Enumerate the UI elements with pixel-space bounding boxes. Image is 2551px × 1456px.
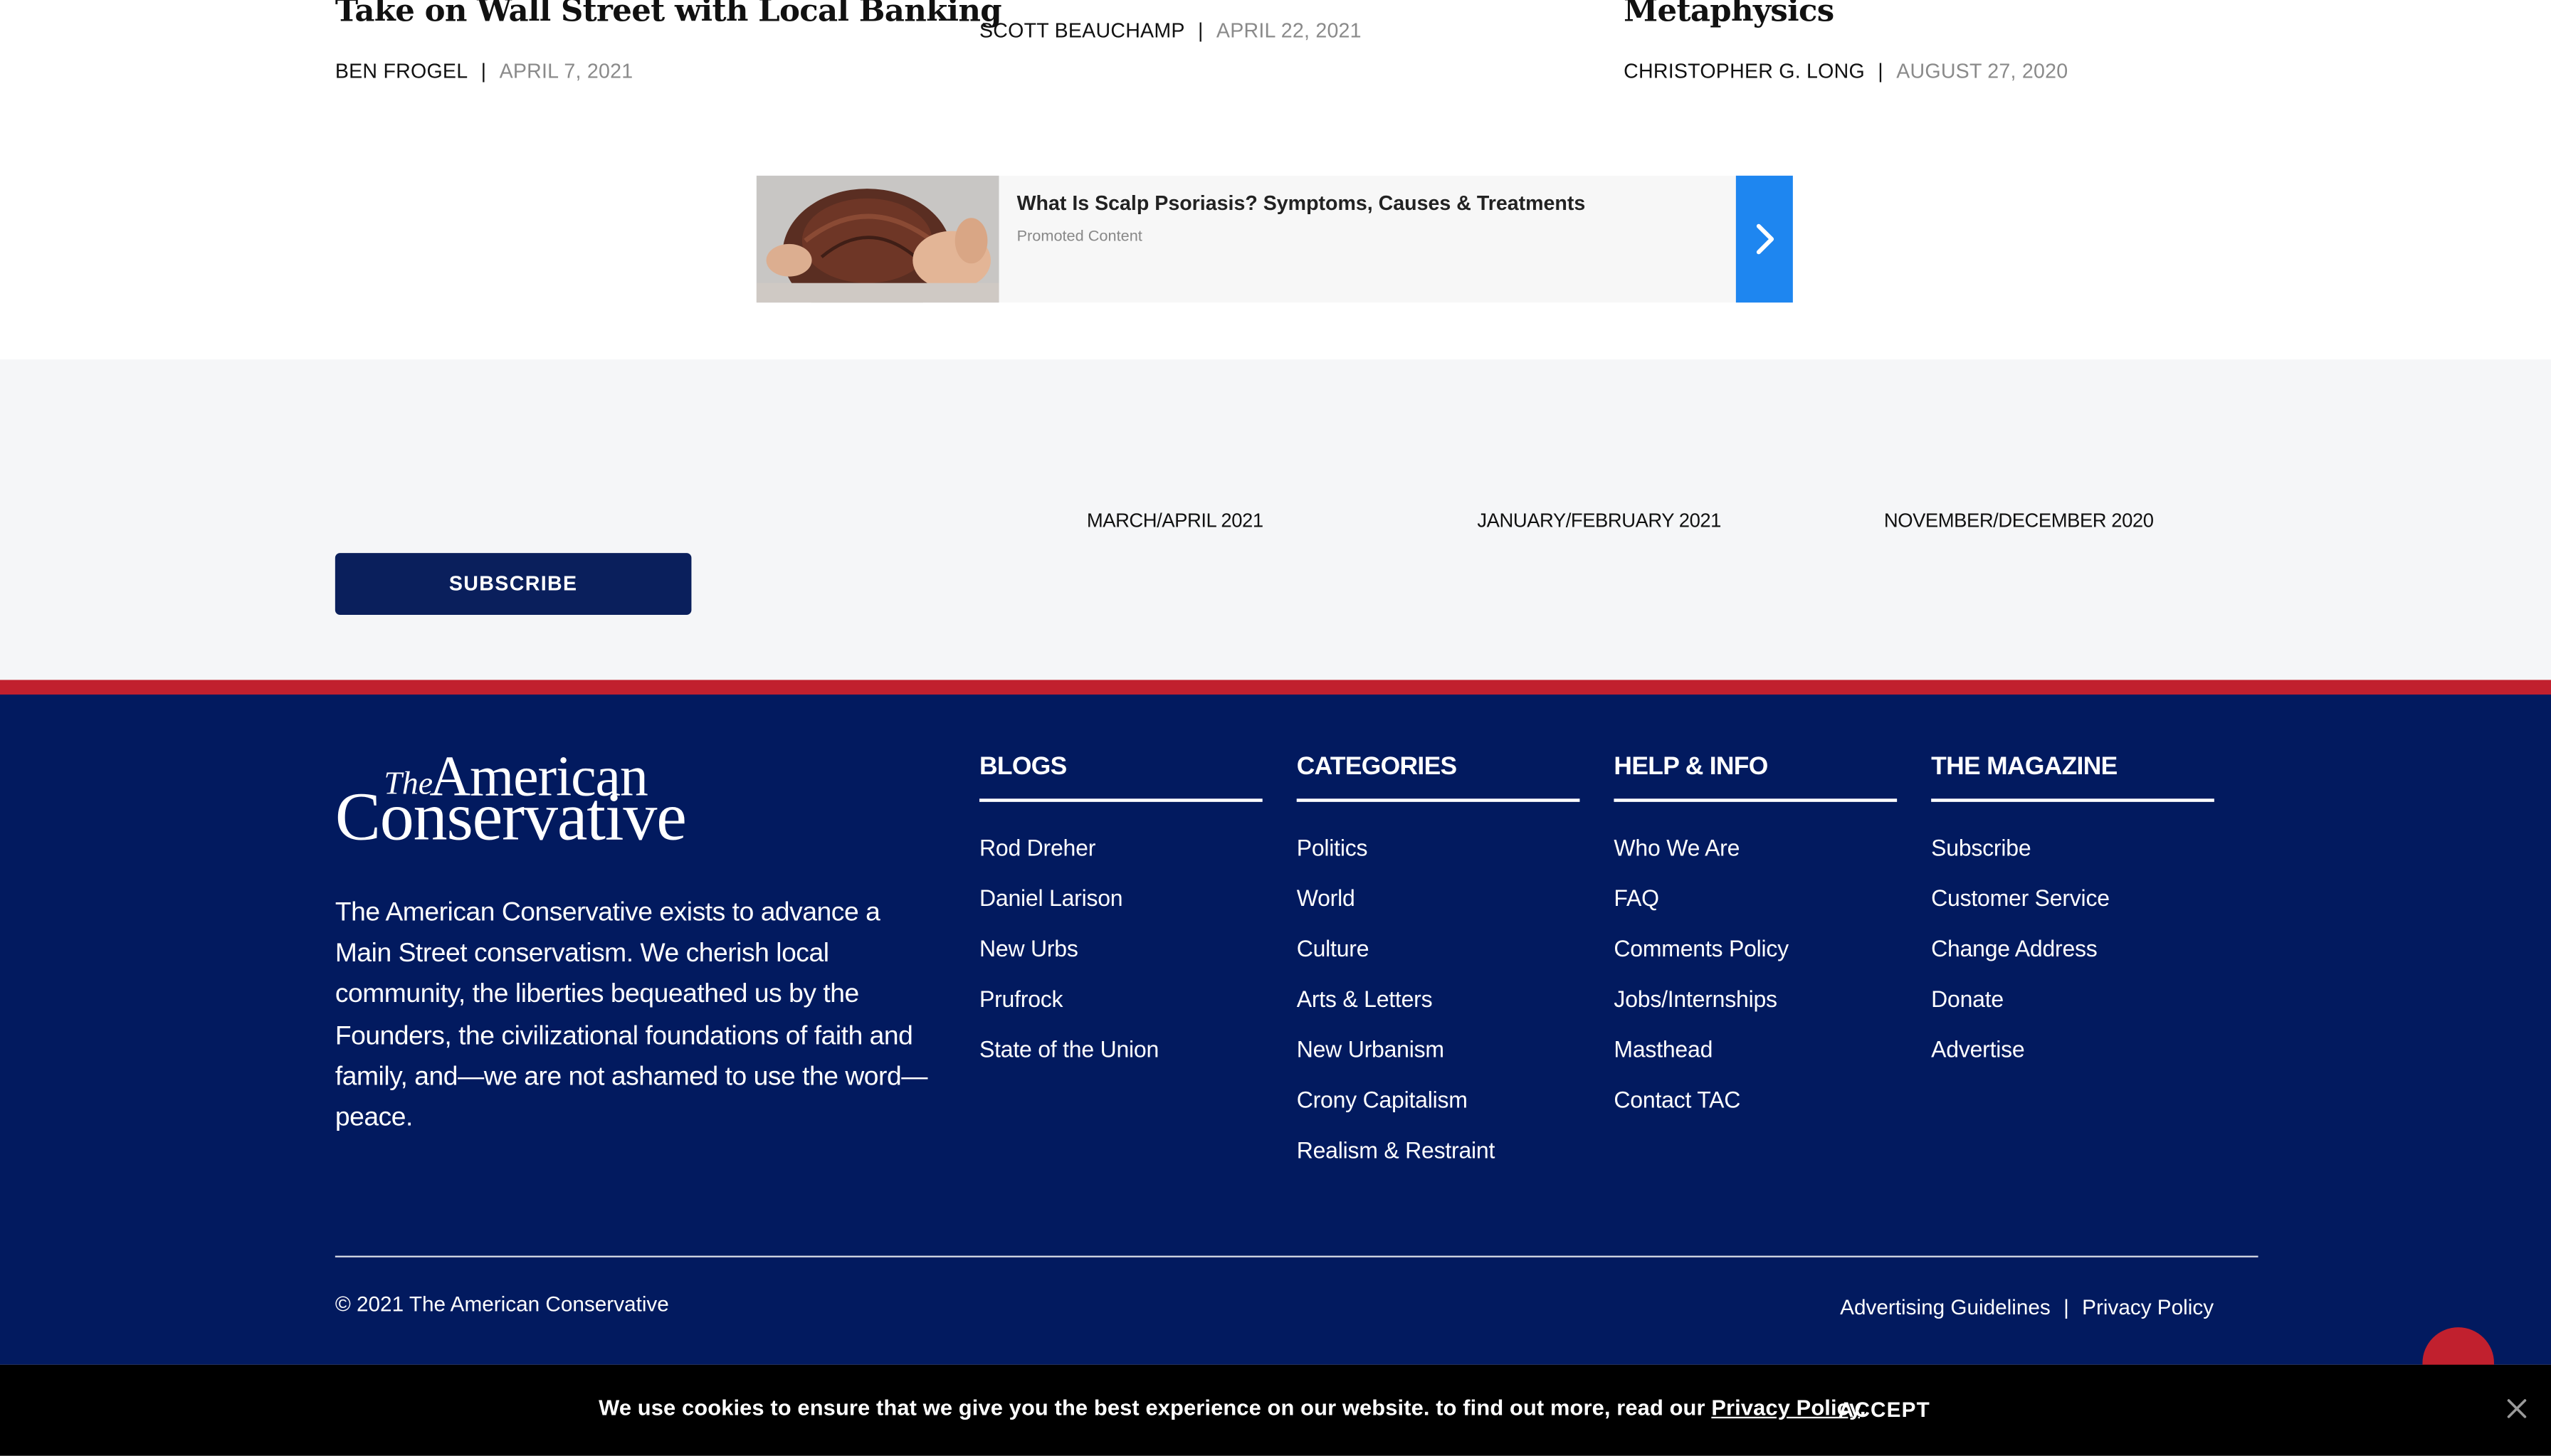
promoted-content-card[interactable]: What Is Scalp Psoriasis? Symptoms, Cause… [756,175,1793,303]
chevron-right-icon [1755,223,1773,255]
footer-link[interactable]: World [1297,885,1355,911]
close-icon[interactable] [2504,1396,2530,1422]
cookie-message-text: We use cookies to ensure that we give yo… [599,1396,1712,1420]
byline-separator: | [480,60,487,83]
legal-links: Advertising Guidelines | Privacy Policy [1840,1294,2214,1319]
byline-separator: | [1197,19,1204,43]
footer-link[interactable]: State of the Union [979,1036,1159,1062]
footer-column-categories: CATEGORIES Politics World Culture Arts &… [1296,753,1580,1225]
issue-link[interactable]: MARCH/APRIL 2021 [1087,509,1263,532]
byline-separator: | [1878,60,1883,83]
footer-link[interactable]: Comments Policy [1614,935,1789,961]
privacy-policy-link[interactable]: Privacy Policy [2082,1294,2214,1319]
footer-accent-bar [0,680,2551,695]
promo-title[interactable]: What Is Scalp Psoriasis? Symptoms, Cause… [1017,192,1586,215]
footer-column-help: HELP & INFO Who We Are FAQ Comments Poli… [1614,753,1898,1225]
article-author[interactable]: SCOTT BEAUCHAMP [979,19,1185,42]
footer-column-heading: THE MAGAZINE [1931,753,2118,781]
footer-link[interactable]: Subscribe [1931,835,2031,861]
column-divider [979,798,1263,802]
promo-arrow-button[interactable] [1735,175,1793,303]
footer-divider [335,1255,2258,1257]
cookie-message: We use cookies to ensure that we give yo… [599,1396,1866,1420]
promo-label: Promoted Content [1016,227,1142,246]
footer-link[interactable]: Advertise [1931,1036,2025,1062]
footer-link[interactable]: Prufrock [979,986,1063,1012]
copyright-text: © 2021 The American Conservative [335,1291,669,1317]
footer-link[interactable]: Realism & Restraint [1297,1137,1495,1164]
footer-link[interactable]: New Urbs [979,935,1078,961]
footer-link[interactable]: Donate [1931,986,2004,1012]
issue-link[interactable]: JANUARY/FEBRUARY 2021 [1477,509,1721,532]
article-title[interactable]: Take on Wall Street with Local Banking [335,0,1002,29]
footer-link[interactable]: Customer Service [1931,885,2110,911]
footer-link[interactable]: Arts & Letters [1297,986,1433,1012]
footer-link[interactable]: FAQ [1614,885,1659,911]
site-logo[interactable]: The American Conservative [335,745,710,855]
article-byline: CHRISTOPHER G. LONG | AUGUST 27, 2020 [1624,60,2068,83]
footer-link[interactable]: Who We Are [1614,835,1740,861]
article-date: APRIL 7, 2021 [499,60,633,83]
accept-cookies-button[interactable]: ACCEPT [1839,1397,1930,1421]
issue-link[interactable]: NOVEMBER/DECEMBER 2020 [1884,509,2154,532]
cookie-banner: We use cookies to ensure that we give yo… [0,1364,2551,1456]
column-divider [1614,798,1898,802]
logo-conservative: Conservative [335,781,687,856]
footer-link[interactable]: Politics [1297,835,1368,861]
footer-link[interactable]: Rod Dreher [979,835,1095,861]
footer-link[interactable]: New Urbanism [1297,1036,1444,1062]
footer-link[interactable]: Crony Capitalism [1297,1087,1468,1113]
footer-link[interactable]: Masthead [1614,1036,1713,1062]
advertising-guidelines-link[interactable]: Advertising Guidelines [1840,1294,2051,1319]
site-footer: The American Conservative The American C… [0,694,2551,1399]
subscribe-button[interactable]: SUBSCRIBE [335,553,692,615]
footer-link[interactable]: Daniel Larison [979,885,1123,911]
footer-link[interactable]: Culture [1297,935,1369,961]
article-date: APRIL 22, 2021 [1216,19,1362,43]
column-divider [1931,798,2214,802]
footer-link[interactable]: Change Address [1931,935,2098,961]
article-byline: BEN FROGEL | APRIL 7, 2021 [335,60,633,83]
footer-column-heading: HELP & INFO [1614,753,1768,781]
column-divider [1296,798,1580,802]
footer-column-blogs: BLOGS Rod Dreher Daniel Larison New Urbs… [979,753,1263,1225]
cookie-privacy-link[interactable]: Privacy Policy [1711,1396,1860,1420]
article-author[interactable]: BEN FROGEL [335,60,468,83]
scalp-photo-illustration [756,175,999,303]
promo-image[interactable] [756,175,999,303]
footer-column-magazine: THE MAGAZINE Subscribe Customer Service … [1931,753,2214,1225]
article-title[interactable]: Metaphysics [1624,0,1834,29]
article-date: AUGUST 27, 2020 [1896,60,2068,83]
footer-link[interactable]: Jobs/Internships [1614,986,1777,1012]
footer-column-heading: CATEGORIES [1296,753,1457,781]
article-author[interactable]: CHRISTOPHER G. LONG [1624,60,1865,83]
footer-column-heading: BLOGS [979,753,1067,781]
magazine-issues-band: MARCH/APRIL 2021 JANUARY/FEBRUARY 2021 N… [0,359,2551,680]
legal-separator: | [2063,1294,2069,1319]
footer-link[interactable]: Contact TAC [1614,1087,1740,1113]
article-byline: SCOTT BEAUCHAMP | APRIL 22, 2021 [979,19,1362,42]
mission-statement: The American Conservative exists to adva… [335,897,928,1132]
